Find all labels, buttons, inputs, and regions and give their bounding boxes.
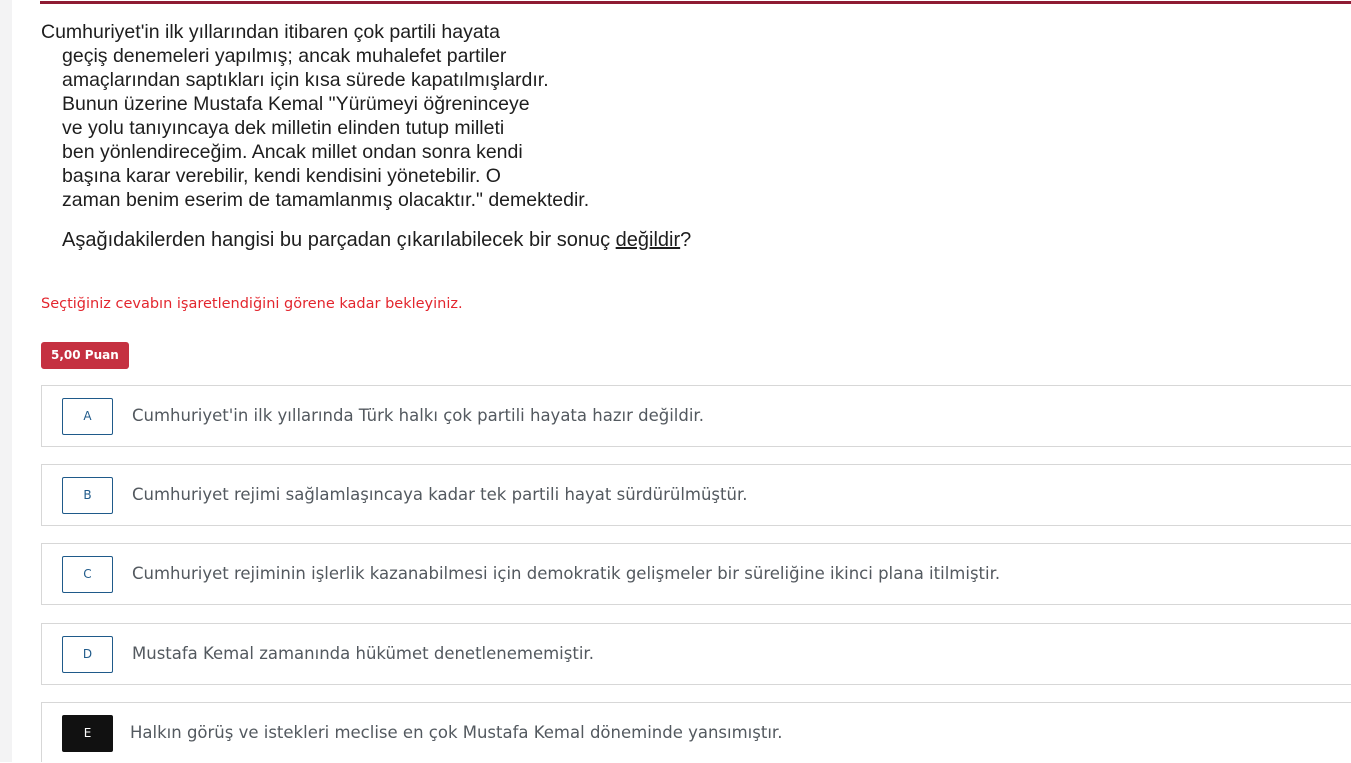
prompt-end: ? [680,229,692,251]
wait-warning: Seçtiğiniz cevabın işaretlendiğini gören… [41,296,463,312]
points-badge: 5,00 Puan [41,342,129,369]
question-line: amaçlarından saptıkları için kısa sürede… [62,69,549,91]
option-letter-d[interactable]: D [62,636,113,673]
top-divider [40,1,1351,4]
option-letter-c[interactable]: C [62,556,113,593]
question-text: Cumhuriyet'in ilk yıllarından itibaren ç… [41,20,741,252]
question-line: geçiş denemeleri yapılmış; ancak muhalef… [62,45,507,67]
question-line: Cumhuriyet'in ilk yıllarından itibaren ç… [41,21,500,43]
option-letter-a[interactable]: A [62,398,113,435]
option-letter-b[interactable]: B [62,477,113,514]
option-text-e[interactable]: Halkın görüş ve istekleri meclise en çok… [130,703,782,763]
question-line: başına karar verebilir, kendi kendisini … [62,165,501,187]
question-prompt: Aşağıdakilerden hangisi bu parçadan çıka… [41,228,741,252]
left-gutter [0,0,12,762]
option-b[interactable]: B Cumhuriyet rejimi sağlamlaşıncaya kada… [41,464,1351,526]
option-text-a[interactable]: Cumhuriyet'in ilk yıllarında Türk halkı … [132,386,704,446]
option-a[interactable]: A Cumhuriyet'in ilk yıllarında Türk halk… [41,385,1351,447]
option-letter-e[interactable]: E [62,715,113,752]
prompt-text: Aşağıdakilerden hangisi bu parçadan çıka… [62,229,616,251]
option-c[interactable]: C Cumhuriyet rejiminin işlerlik kazanabi… [41,543,1351,605]
option-text-d[interactable]: Mustafa Kemal zamanında hükümet denetlen… [132,624,594,684]
question-line: Bunun üzerine Mustafa Kemal "Yürümeyi öğ… [62,93,530,115]
question-line: zaman benim eserim de tamamlanmış olacak… [62,189,590,211]
option-d[interactable]: D Mustafa Kemal zamanında hükümet denetl… [41,623,1351,685]
prompt-emphasis: değildir [615,229,681,251]
question-line: ve yolu tanıyıncaya dek milletin elinden… [62,117,505,139]
option-e[interactable]: E Halkın görüş ve istekleri meclise en ç… [41,702,1351,762]
question-line: ben yönlendireceğim. Ancak millet ondan … [62,141,523,163]
option-text-b[interactable]: Cumhuriyet rejimi sağlamlaşıncaya kadar … [132,465,747,525]
option-text-c[interactable]: Cumhuriyet rejiminin işlerlik kazanabilm… [132,544,1000,604]
